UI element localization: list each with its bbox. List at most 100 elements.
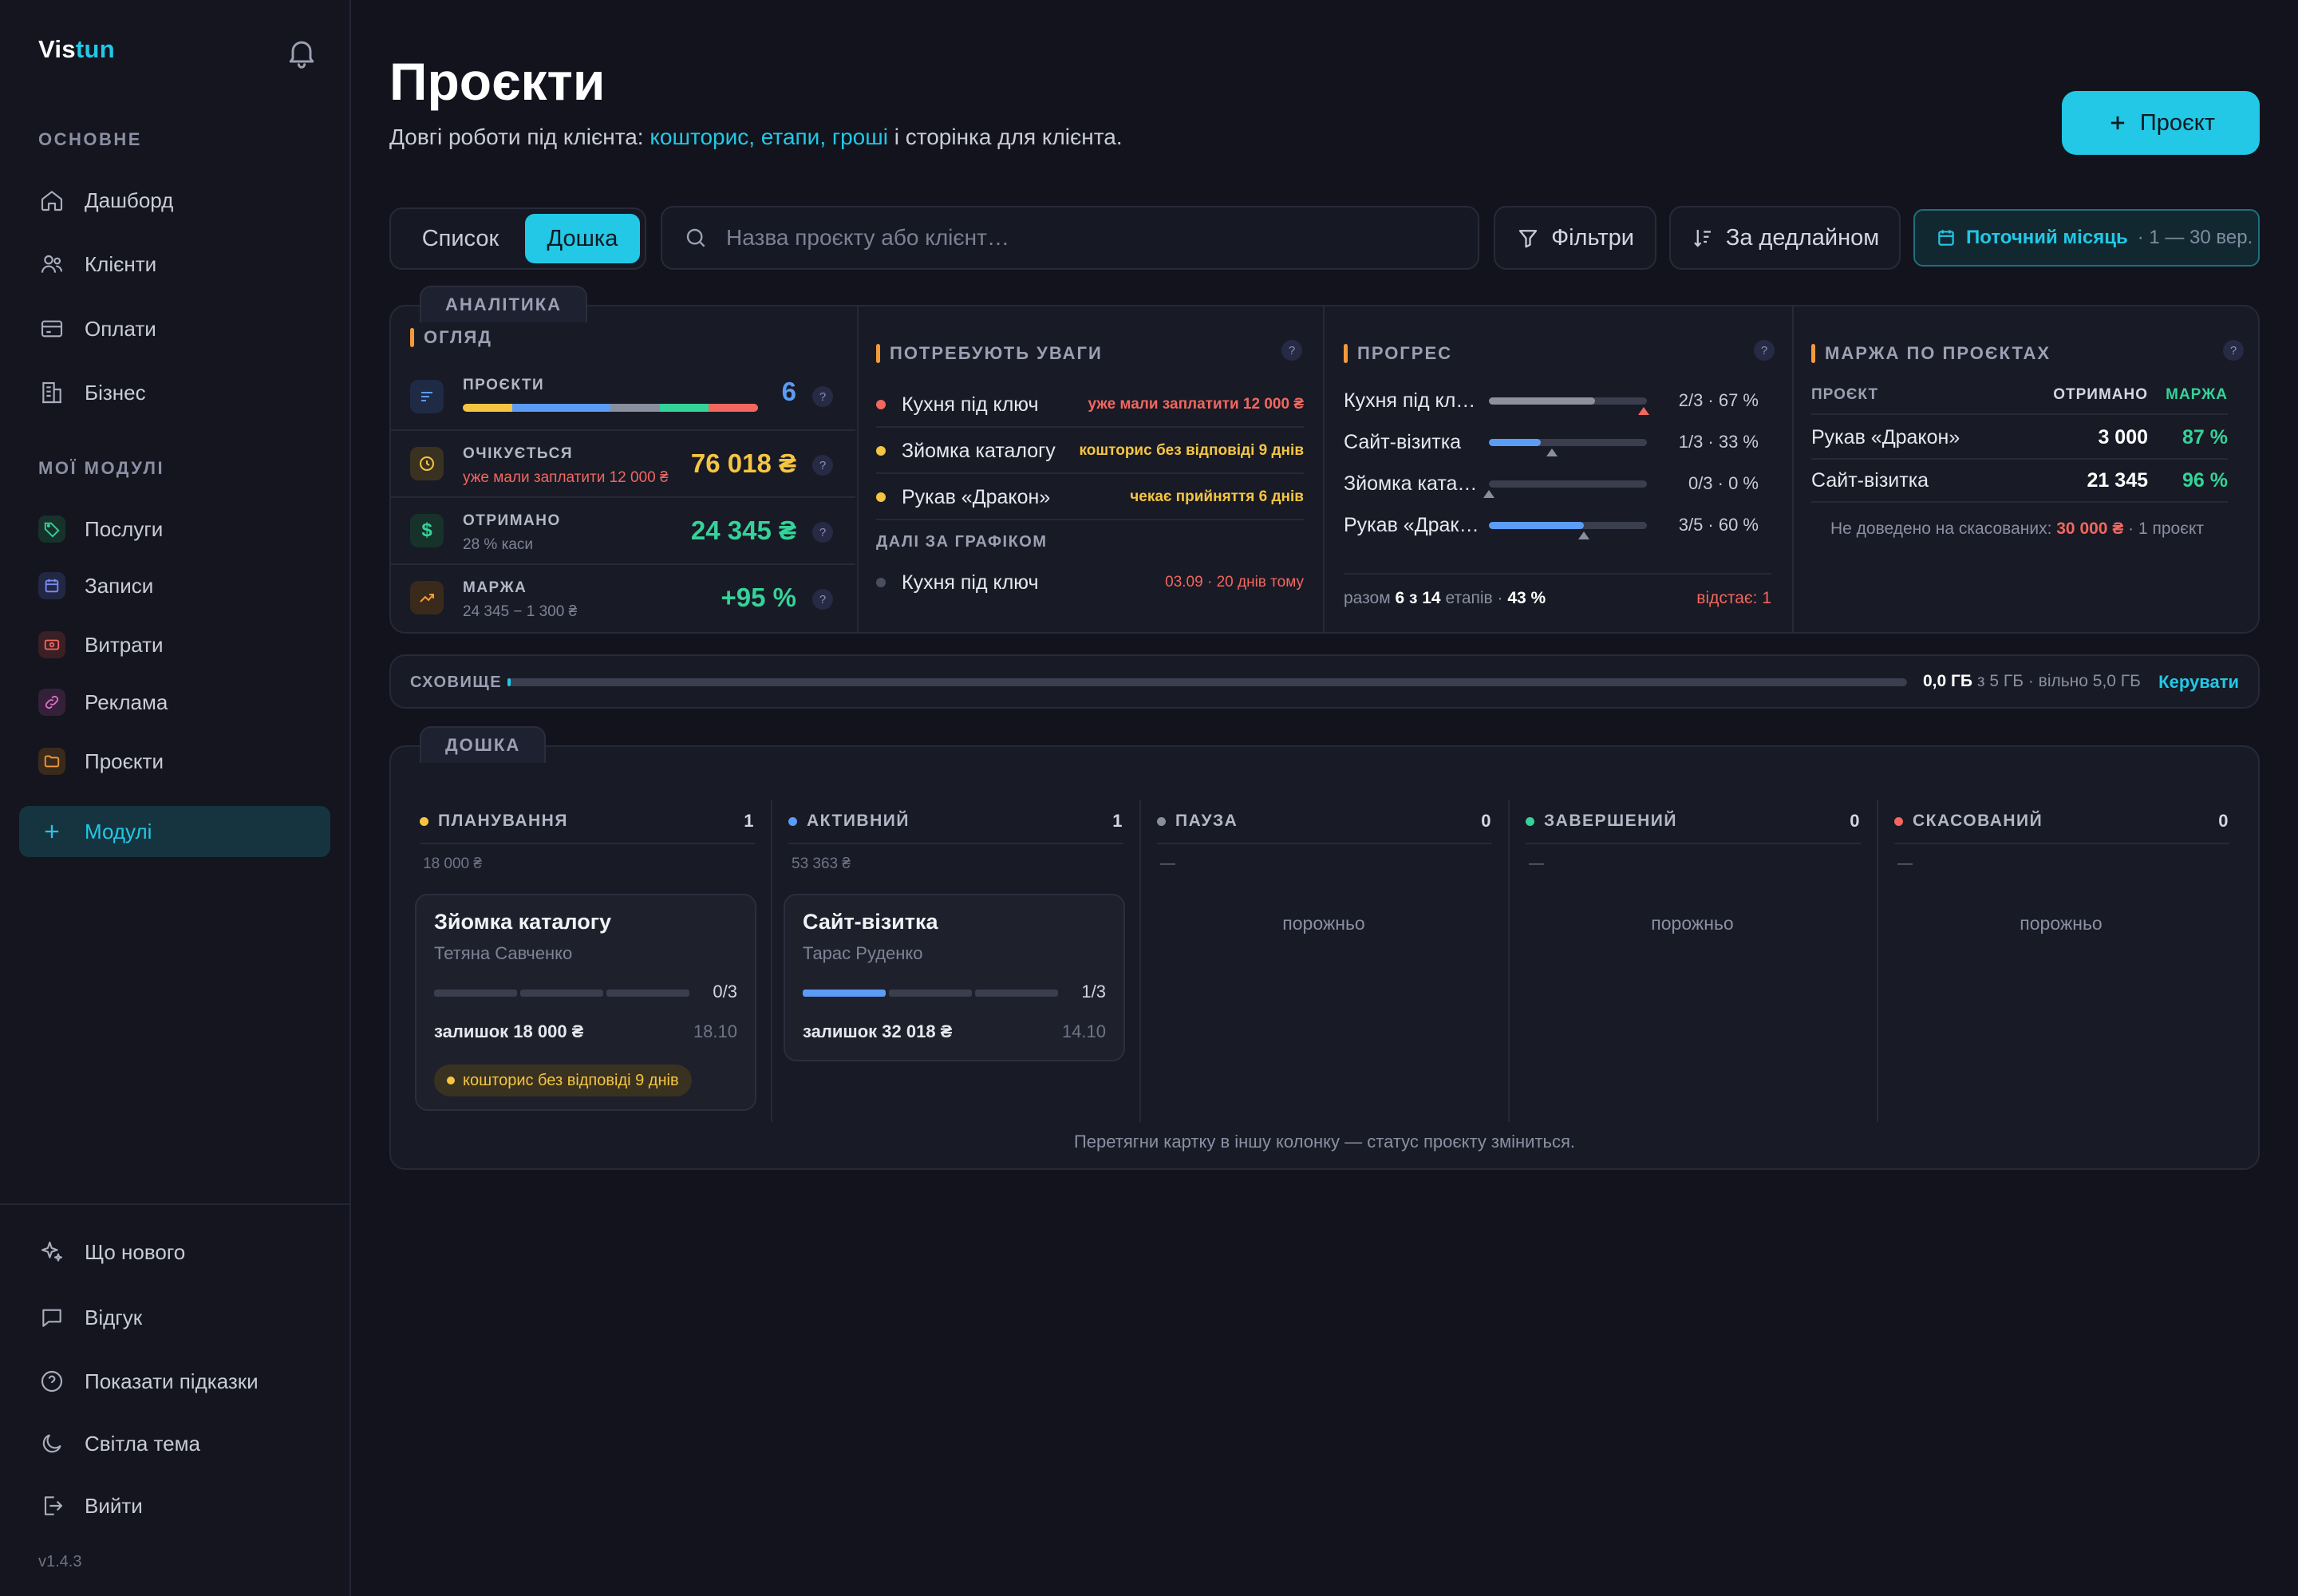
storage-usage: 0,0 ГБ з 5 ГБ · вільно 5,0 ГБ bbox=[1923, 672, 2141, 690]
analytics-tag: АНАЛІТИКА bbox=[420, 286, 588, 322]
sidebar-item-show-hints[interactable]: Показати підказки bbox=[19, 1357, 330, 1406]
analytics-panel: ОГЛЯД ПРОЄКТИ 6 ? ОЧІКУЄТЬСЯ уже мали за… bbox=[389, 305, 2260, 634]
calendar-icon bbox=[1938, 230, 1954, 246]
progress-section: ПРОГРЕС ? Кухня під ключ 2/3 · 67 % Сайт-в… bbox=[1325, 306, 1792, 632]
filters-button[interactable]: Фільтри bbox=[1494, 206, 1656, 270]
expected-amount: 76 018 ₴ bbox=[690, 448, 796, 478]
sort-button[interactable]: За дедлайном bbox=[1669, 206, 1901, 270]
project-card[interactable]: Зйомка каталогу Тетяна Савченко 0/3 залишок… bbox=[415, 894, 756, 1111]
clock-icon bbox=[410, 447, 444, 480]
view-board-button[interactable]: Дошка bbox=[524, 214, 640, 263]
progress-item[interactable]: Сайт-візитка 1/3 · 33 % bbox=[1344, 421, 1759, 463]
attention-item[interactable]: Рукав «Дракон» чекає прийняття 6 днів bbox=[876, 476, 1304, 520]
help-icon[interactable]: ? bbox=[812, 386, 833, 407]
period-picker[interactable]: Поточний місяць · 1 — 30 вер. bbox=[1913, 209, 2260, 267]
sidebar-item-label: Показати підказки bbox=[85, 1369, 259, 1393]
help-icon[interactable]: ? bbox=[1281, 340, 1302, 361]
help-icon[interactable]: ? bbox=[812, 455, 833, 476]
moon-icon bbox=[38, 1430, 65, 1457]
board-tag: ДОШКА bbox=[420, 726, 547, 763]
progress-track bbox=[1489, 521, 1647, 539]
page-title: Проєкти bbox=[389, 52, 606, 111]
sidebar-item-services[interactable]: Послуги bbox=[19, 504, 330, 554]
projects-status-bar bbox=[463, 404, 758, 412]
search-placeholder: Назва проєкту або клієнт… bbox=[726, 225, 1009, 250]
board-column: ПАУЗА 0 — порожньо bbox=[1152, 800, 1495, 1122]
progress-item[interactable]: Кухня під ключ 2/3 · 67 % bbox=[1344, 380, 1759, 421]
progress-track bbox=[1489, 397, 1650, 415]
sidebar-item-label: Послуги bbox=[85, 516, 164, 541]
sidebar-item-whats-new[interactable]: Що нового bbox=[19, 1227, 330, 1277]
margin-row[interactable]: Сайт-візитка 21 345 96 % bbox=[1811, 460, 2228, 503]
empty-column-text: порожньо bbox=[1651, 913, 1734, 934]
trend-up-icon bbox=[410, 581, 444, 614]
help-icon[interactable]: ? bbox=[812, 522, 833, 543]
deadline-marker bbox=[1577, 531, 1589, 539]
board-column: ЗАВЕРШЕНИЙ 0 — порожньо bbox=[1521, 800, 1864, 1122]
status-dot bbox=[876, 400, 886, 409]
progress-total: разом 6 з 14 етапів · 43 % bbox=[1344, 589, 1546, 607]
overview-margin: МАРЖА 24 345 − 1 300 ₴ +95 % ? bbox=[391, 563, 855, 630]
bell-icon[interactable] bbox=[284, 35, 319, 70]
sidebar-item-ads[interactable]: Реклама bbox=[19, 678, 330, 727]
sidebar-item-projects[interactable]: Проєкти bbox=[19, 737, 330, 786]
column-sum: — bbox=[1529, 855, 1544, 872]
sidebar-item-business[interactable]: Бізнес bbox=[19, 368, 330, 417]
warning-badge: кошторис без відповіді 9 днів bbox=[434, 1065, 692, 1096]
manage-storage-link[interactable]: Керувати bbox=[2158, 672, 2239, 693]
margin-row[interactable]: Рукав «Дракон» 3 000 87 % bbox=[1811, 417, 2228, 460]
plus-icon bbox=[38, 818, 65, 845]
calendar-icon bbox=[38, 572, 65, 599]
folder-icon bbox=[38, 748, 65, 775]
deadline-marker bbox=[1546, 448, 1558, 456]
sidebar-item-label: Оплати bbox=[85, 316, 156, 341]
next-item[interactable]: Кухня під ключ 03.09 · 20 днів тому bbox=[876, 560, 1304, 605]
sidebar-item-logout[interactable]: Вийти bbox=[19, 1481, 330, 1531]
attention-item[interactable]: Зйомка каталогу кошторис без відповіді 9 … bbox=[876, 429, 1304, 474]
sidebar-item-label: Проєкти bbox=[85, 749, 164, 773]
view-switcher: Список Дошка bbox=[389, 207, 646, 270]
page-subtitle: Довгі роботи під клієнта: кошторис, етап… bbox=[389, 124, 1123, 149]
attention-item[interactable]: Кухня під ключ уже мали заплатити 12 000 … bbox=[876, 383, 1304, 428]
logout-icon bbox=[38, 1492, 65, 1519]
help-icon[interactable]: ? bbox=[812, 589, 833, 610]
empty-column-text: порожньо bbox=[1282, 913, 1365, 934]
new-project-label: Проєкт bbox=[2139, 109, 2216, 136]
new-project-button[interactable]: Проєкт bbox=[2062, 91, 2260, 155]
receipt-icon bbox=[38, 631, 65, 658]
sidebar-item-expenses[interactable]: Витрати bbox=[19, 620, 330, 670]
sidebar-item-feedback[interactable]: Відгук bbox=[19, 1293, 330, 1342]
view-list-button[interactable]: Список bbox=[396, 214, 525, 263]
column-header: ПАУЗА 0 bbox=[1157, 800, 1492, 844]
search-input[interactable]: Назва проєкту або клієнт… bbox=[661, 206, 1479, 270]
sparkle-icon bbox=[38, 1238, 65, 1266]
progress-fill bbox=[1489, 438, 1542, 446]
column-header: АКТИВНИЙ 1 bbox=[788, 800, 1123, 844]
sidebar-item-dashboard[interactable]: Дашборд bbox=[19, 176, 330, 225]
list-icon bbox=[410, 380, 444, 413]
status-dot bbox=[876, 446, 886, 456]
help-icon[interactable]: ? bbox=[1754, 340, 1775, 361]
sidebar-item-clients[interactable]: Клієнти bbox=[19, 239, 330, 289]
empty-column-text: порожньо bbox=[2020, 913, 2103, 934]
column-sum: 53 363 ₴ bbox=[792, 855, 851, 872]
filter-icon bbox=[1518, 230, 1538, 248]
sidebar-item-payments[interactable]: Оплати bbox=[19, 304, 330, 354]
sidebar-item-label: Відгук bbox=[85, 1305, 143, 1329]
sidebar-item-label: Бізнес bbox=[85, 380, 146, 405]
overview-projects: ПРОЄКТИ 6 ? bbox=[391, 364, 855, 431]
logo[interactable]: Vistun bbox=[38, 35, 115, 64]
progress-item[interactable]: Рукав «Дракон» 3/5 · 60 % bbox=[1344, 504, 1759, 546]
section-label-modules: МОЇ МОДУЛІ bbox=[38, 458, 165, 478]
sidebar-item-light-theme[interactable]: Світла тема bbox=[19, 1419, 330, 1468]
modules-button-label: Модулі bbox=[85, 819, 152, 843]
progress-item[interactable]: Зйомка каталогу0/3 · 0 % bbox=[1344, 463, 1759, 504]
project-card[interactable]: Сайт-візитка Тарас Руденко 1/3 залишок 32 0… bbox=[784, 894, 1125, 1061]
attention-section: ПОТРЕБУЮТЬ УВАГИ ? Кухня під ключ уже мал… bbox=[859, 306, 1323, 632]
plus-icon bbox=[2110, 116, 2125, 130]
sidebar-item-bookings[interactable]: Записи bbox=[19, 561, 330, 610]
app-root: Vistun ОСНОВНЕ Дашборд Клієнти Оплати Бі… bbox=[0, 0, 2298, 1596]
modules-button[interactable]: Модулі bbox=[19, 806, 330, 857]
help-icon[interactable]: ? bbox=[2223, 340, 2244, 361]
deadline-marker bbox=[1638, 406, 1650, 415]
